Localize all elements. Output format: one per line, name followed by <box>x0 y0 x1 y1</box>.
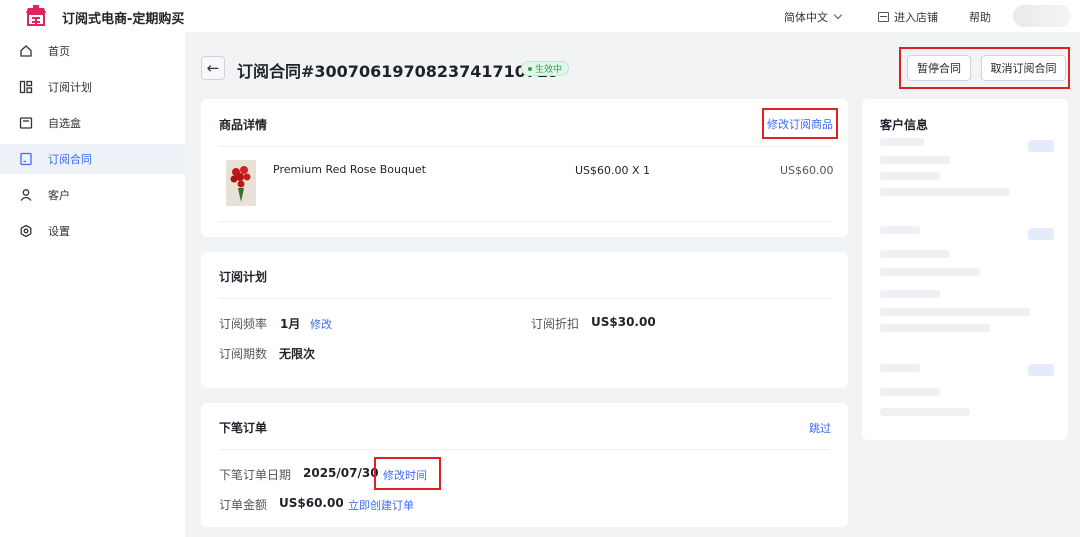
discount-label: 订阅折扣 <box>531 317 580 331</box>
sidebar-item-label: 客户 <box>48 189 70 202</box>
divider <box>219 146 830 147</box>
grid-icon <box>19 80 33 94</box>
sidebar: 首页 订阅计划 自选盒 订阅合同 客户 设置 <box>0 32 185 537</box>
settings-icon <box>19 224 33 238</box>
top-bar: 订阅式电商-定期购买 简体中文 进入店铺 帮助 <box>0 0 1080 32</box>
sidebar-item-settings[interactable]: 设置 <box>0 216 185 246</box>
divider <box>219 221 830 222</box>
back-button[interactable]: ← <box>201 56 225 80</box>
periods-label: 订阅期数 <box>219 347 268 361</box>
sidebar-item-label: 首页 <box>48 45 70 58</box>
order-amount-value: US$60.00 <box>279 496 344 510</box>
sidebar-item-custom-box[interactable]: 自选盒 <box>0 108 185 138</box>
page-title: 订阅合同#3007061970823741710729 <box>237 62 560 81</box>
cancel-contract-button[interactable]: 取消订阅合同 <box>981 55 1066 81</box>
language-selector[interactable]: 简体中文 <box>784 9 843 25</box>
pause-contract-button[interactable]: 暂停合同 <box>907 55 971 81</box>
home-icon <box>19 44 33 58</box>
divider <box>219 449 830 450</box>
product-name: Premium Red Rose Bouquet <box>273 163 426 176</box>
edit-frequency-link[interactable]: 修改 <box>310 316 332 332</box>
sidebar-item-label: 订阅合同 <box>48 153 92 166</box>
discount-value: US$30.00 <box>591 315 656 329</box>
store-icon <box>878 12 889 22</box>
product-details-title: 商品详情 <box>219 118 268 132</box>
customer-info-title: 客户信息 <box>880 118 929 132</box>
next-order-title: 下笔订单 <box>219 421 268 435</box>
enter-store-link[interactable]: 进入店铺 <box>878 9 938 25</box>
order-amount-label: 订单金额 <box>219 498 268 512</box>
shop-logo-icon <box>26 5 46 26</box>
create-order-now-link[interactable]: 立即创建订单 <box>348 497 414 513</box>
periods-value: 无限次 <box>279 347 316 361</box>
frequency-label: 订阅频率 <box>219 317 268 331</box>
help-link[interactable]: 帮助 <box>969 9 991 25</box>
product-total: US$60.00 <box>780 164 834 177</box>
arrow-left-icon: ← <box>206 59 220 77</box>
sidebar-item-label: 设置 <box>48 225 70 238</box>
sidebar-item-label: 订阅计划 <box>48 81 92 94</box>
product-price-qty: US$60.00 X 1 <box>575 164 651 177</box>
subscription-plan-title: 订阅计划 <box>219 270 268 284</box>
sidebar-item-subscription-plans[interactable]: 订阅计划 <box>0 72 185 102</box>
product-image <box>226 160 256 206</box>
enter-store-label: 进入店铺 <box>894 11 938 24</box>
sidebar-item-contracts[interactable]: 订阅合同 <box>0 144 185 174</box>
next-order-date-value: 2025/07/30 <box>303 466 379 480</box>
edit-products-link[interactable]: 修改订阅商品 <box>767 116 833 132</box>
box-icon <box>19 116 33 130</box>
sidebar-item-home[interactable]: 首页 <box>0 36 185 66</box>
document-icon <box>19 152 33 166</box>
language-label: 简体中文 <box>784 11 828 24</box>
next-order-date-label: 下笔订单日期 <box>219 468 292 482</box>
skip-order-link[interactable]: 跳过 <box>809 420 831 436</box>
account-avatar[interactable] <box>1013 5 1071 27</box>
user-icon <box>19 188 33 202</box>
frequency-value: 1月 <box>280 317 301 331</box>
sidebar-item-label: 自选盒 <box>48 117 81 130</box>
sidebar-item-customers[interactable]: 客户 <box>0 180 185 210</box>
status-badge: 生效中 <box>521 61 570 76</box>
chevron-down-icon <box>833 10 843 20</box>
divider <box>219 298 830 299</box>
status-label: 生效中 <box>535 65 563 75</box>
change-time-link[interactable]: 修改时间 <box>383 467 427 483</box>
status-dot-icon <box>528 66 532 71</box>
app-title: 订阅式电商-定期购买 <box>62 12 185 27</box>
